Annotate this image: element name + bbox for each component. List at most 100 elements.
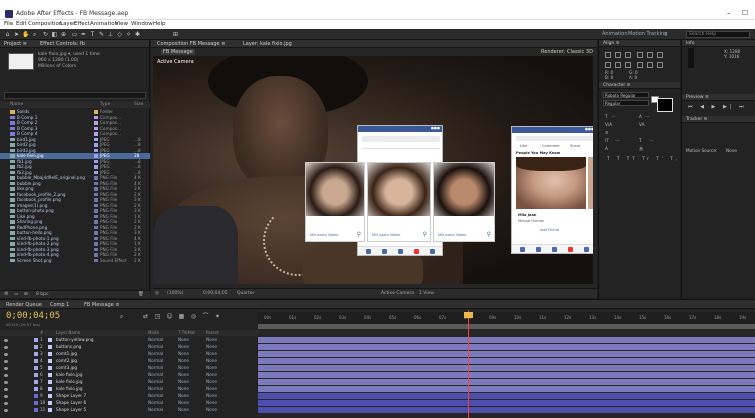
layer-row[interactable]: 9 Shape Layer 7 Normal None None	[0, 393, 258, 399]
item-label-color[interactable]	[94, 231, 98, 235]
layer-name[interactable]: buttons.png	[56, 344, 81, 350]
phone-mockup-right[interactable]: ●●● Like Comment Share People You May Kn…	[511, 126, 593, 254]
item-label-color[interactable]	[94, 115, 98, 119]
layer-row[interactable]: 4 comt2.jpg Normal None None	[0, 358, 258, 364]
visibility-eye-icon[interactable]	[4, 345, 8, 349]
add-friend-icon[interactable]: ⚲	[357, 231, 361, 238]
item-label-color[interactable]	[94, 236, 98, 240]
layer-duration-bar[interactable]	[258, 337, 755, 343]
layer-label-color[interactable]	[34, 387, 38, 391]
motion-blur-icon[interactable]: ◎	[190, 313, 197, 320]
layer-name[interactable]: Shape Layer 5	[56, 407, 86, 413]
layer-label-color[interactable]	[34, 338, 38, 342]
layer-label-color[interactable]	[34, 373, 38, 377]
item-label-color[interactable]	[94, 214, 98, 218]
item-label-color[interactable]	[94, 203, 98, 207]
layer-label-color[interactable]	[34, 408, 38, 412]
distribute-left-icon[interactable]	[605, 62, 611, 68]
frame-blending-icon[interactable]: ▦	[178, 313, 185, 320]
align-bottom-icon[interactable]	[657, 52, 663, 58]
layer-mode[interactable]: Normal	[148, 344, 163, 350]
camera-tool-icon[interactable]: ◧	[51, 31, 58, 38]
layer-row[interactable]: 10 Shape Layer 6 Normal None None	[0, 400, 258, 406]
layer-trkmat[interactable]: None	[178, 372, 189, 378]
item-label-color[interactable]	[94, 220, 98, 224]
pen-tool-icon[interactable]: ✒	[80, 31, 87, 38]
preview-panel-title[interactable]: Preview ≡	[686, 95, 709, 100]
layer-trkmat[interactable]: None	[178, 407, 189, 413]
item-label-color[interactable]	[94, 143, 98, 147]
column-size[interactable]: Size	[134, 102, 143, 107]
timeline-graph[interactable]: 00s01s02s03s04s05s06s07s08s09s10s11s12s1…	[258, 310, 755, 418]
project-search-input[interactable]	[4, 92, 146, 99]
layer-label-color[interactable]	[34, 366, 38, 370]
tab-project[interactable]: Project ≡	[4, 41, 27, 47]
font-size-value[interactable]: ---	[611, 114, 616, 119]
tab-fb-message[interactable]: FB Message ≡	[84, 302, 120, 308]
layer-mode[interactable]: Normal	[148, 379, 163, 385]
post-like-action[interactable]: Like	[520, 144, 527, 148]
selection-tool-icon[interactable]: ➤	[13, 31, 20, 38]
menu-file[interactable]: File	[4, 21, 13, 27]
layer-name[interactable]: comt3.jpg	[56, 365, 77, 371]
layer-trkmat[interactable]: None	[178, 365, 189, 371]
tracker-panel-title[interactable]: Tracker ≡	[686, 117, 707, 122]
column-name[interactable]: Name	[10, 102, 23, 107]
time-ruler[interactable]: 00s01s02s03s04s05s06s07s08s09s10s11s12s1…	[258, 312, 755, 324]
friend-card-1[interactable]: Mill naam Name ⚲	[305, 162, 365, 242]
magnification-dropdown[interactable]: (100%)	[167, 291, 183, 296]
visibility-eye-icon[interactable]	[4, 394, 8, 398]
layer-label-color[interactable]	[34, 394, 38, 398]
visibility-eye-icon[interactable]	[4, 408, 8, 412]
zoom-tool-icon[interactable]: ⌕	[31, 31, 38, 38]
layer-duration-bar[interactable]	[258, 344, 755, 350]
align-center-icon[interactable]	[615, 52, 621, 58]
column-mode[interactable]: Mode	[148, 330, 159, 335]
layer-duration-bar[interactable]	[258, 386, 755, 392]
align-top-icon[interactable]	[637, 52, 643, 58]
friend-card-2[interactable]: Mill naam Name ⚲	[367, 162, 431, 242]
graph-editor-icon[interactable]: ⌒	[202, 313, 209, 320]
pymk-add-friend-button[interactable]: Add Friend	[540, 228, 559, 232]
layer-row[interactable]: 2 buttons.png Normal None None	[0, 344, 258, 350]
font-style-dropdown[interactable]: Regular	[603, 100, 649, 106]
roto-tool-icon[interactable]: ✧	[125, 31, 132, 38]
tab-comp-1[interactable]: Comp 1	[50, 302, 69, 308]
info-panel-title[interactable]: Info	[686, 41, 695, 46]
layer-mode[interactable]: Normal	[148, 400, 163, 406]
align-left-icon[interactable]	[605, 52, 611, 58]
visibility-eye-icon[interactable]	[4, 373, 8, 377]
column-layer-name[interactable]: Layer Name	[56, 330, 80, 335]
playhead-handle[interactable]	[464, 312, 473, 318]
menu-composition[interactable]: Composition	[28, 21, 62, 27]
layer-name[interactable]: kale fixlo.jpg	[56, 386, 83, 392]
layer-row[interactable]: 8 kale fixlo.jpg Normal None None	[0, 386, 258, 392]
layer-row[interactable]: 11 Shape Layer 5 Normal None None	[0, 407, 258, 413]
type-tool-icon[interactable]: T	[89, 31, 96, 38]
layer-label-color[interactable]	[34, 380, 38, 384]
layer-parent[interactable]: None	[206, 393, 217, 399]
layer-name[interactable]: kale fixlo.jpg	[56, 379, 83, 385]
home-tool-icon[interactable]: ⌂	[4, 31, 11, 38]
bit-depth-label[interactable]: 8 bpc	[36, 292, 48, 297]
layer-row[interactable]: 3 comt1.jpg Normal None None	[0, 351, 258, 357]
layer-mode[interactable]: Normal	[148, 351, 163, 357]
layer-row[interactable]: 5 comt3.jpg Normal None None	[0, 365, 258, 371]
layer-trkmat[interactable]: None	[178, 344, 189, 350]
layer-trkmat[interactable]: None	[178, 393, 189, 399]
layer-parent[interactable]: None	[206, 337, 217, 343]
item-label-color[interactable]	[94, 154, 98, 158]
search-layers-icon[interactable]: ⌕	[118, 313, 125, 320]
layer-duration-bar[interactable]	[258, 358, 755, 364]
vertical-scale-value[interactable]: ---	[615, 138, 620, 143]
visibility-eye-icon[interactable]	[4, 401, 8, 405]
layer-trkmat[interactable]: None	[178, 358, 189, 364]
layer-duration-bar[interactable]	[258, 351, 755, 357]
comp-flowchart-chip[interactable]: FB Message	[161, 49, 195, 55]
visibility-eye-icon[interactable]	[4, 352, 8, 356]
work-area-bar[interactable]	[258, 324, 755, 329]
item-label-color[interactable]	[94, 121, 98, 125]
align-right-icon[interactable]	[625, 52, 631, 58]
item-label-color[interactable]	[94, 192, 98, 196]
layer-name[interactable]: Shape Layer 6	[56, 400, 86, 406]
